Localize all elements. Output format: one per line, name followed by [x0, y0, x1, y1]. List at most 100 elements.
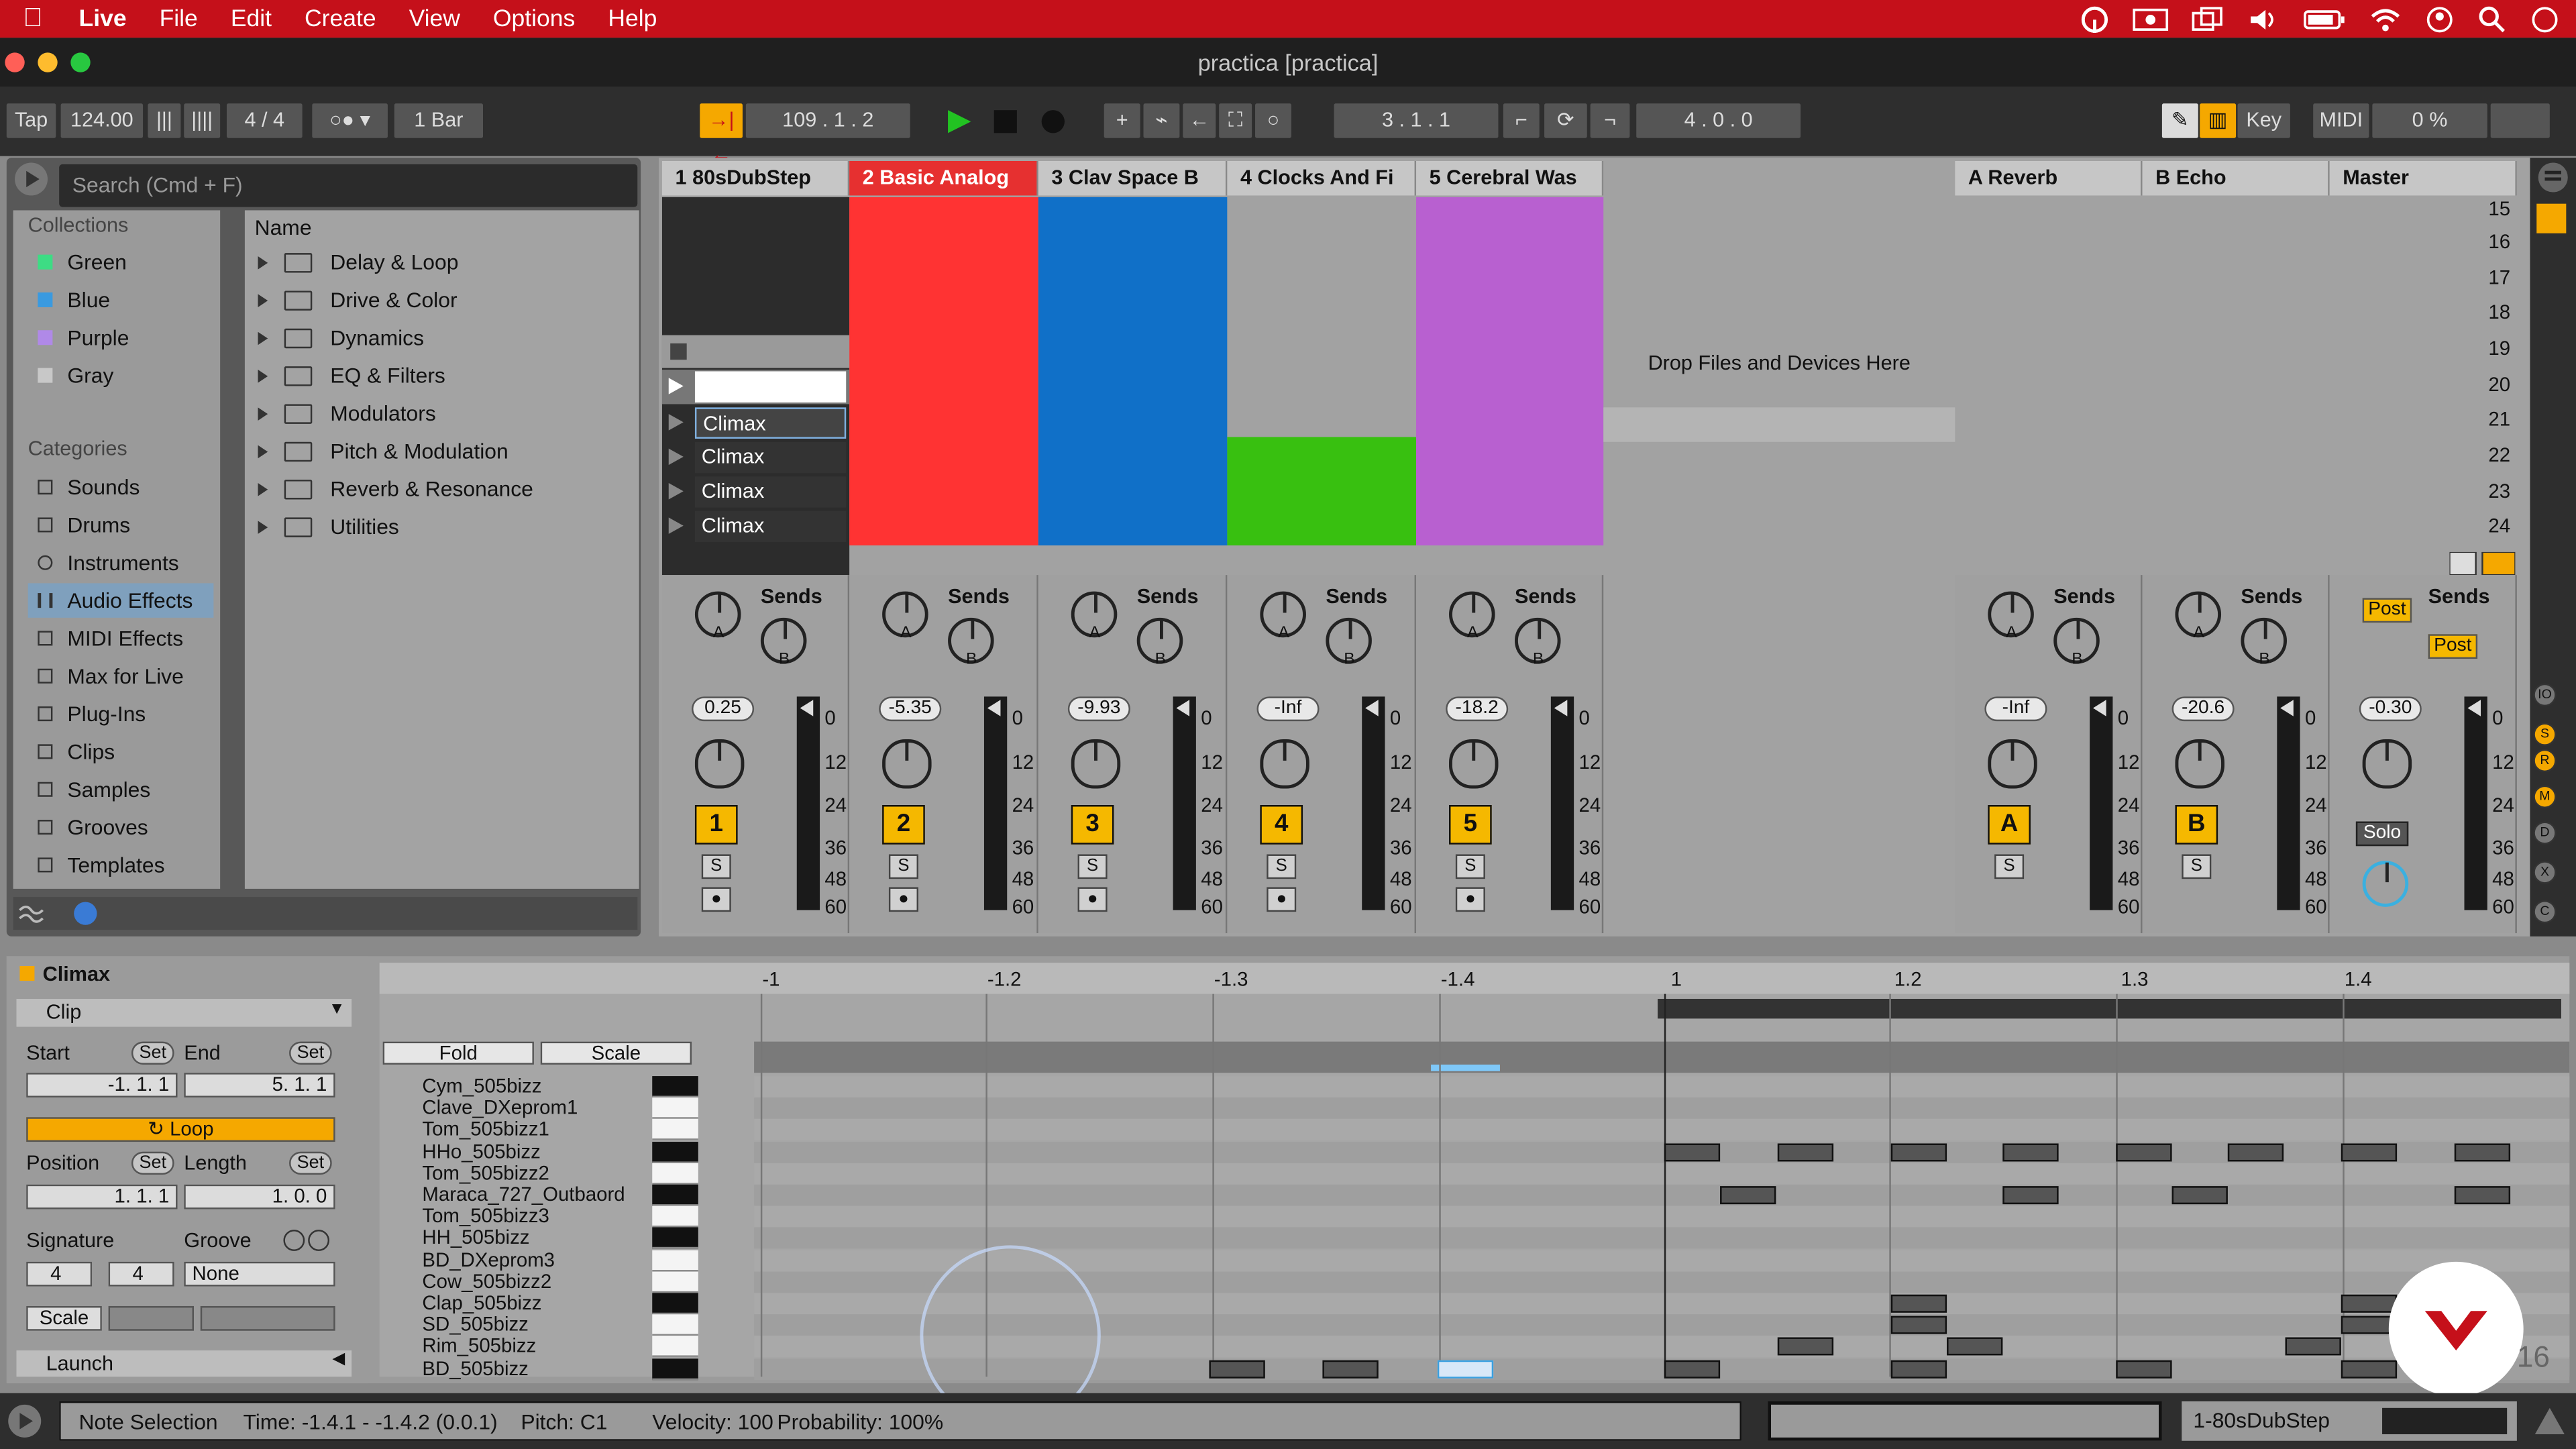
length-set-button[interactable]: Set — [289, 1151, 332, 1175]
volume-field[interactable]: -5.35 — [879, 696, 942, 722]
menu-app[interactable]: Live — [79, 6, 127, 32]
solo-button[interactable]: S — [2182, 854, 2212, 879]
category-max-for-live[interactable]: Max for Live — [28, 659, 214, 693]
scene-number[interactable]: 20 — [2488, 373, 2510, 396]
midi-note[interactable] — [1777, 1338, 1834, 1356]
groove-hot-swap-icon[interactable] — [282, 1229, 331, 1257]
scale-button[interactable]: Scale — [26, 1305, 102, 1331]
category-instruments[interactable]: Instruments — [28, 545, 214, 580]
scene-number[interactable]: 18 — [2488, 301, 2510, 323]
note-lane[interactable] — [754, 1206, 2570, 1228]
automation-arm-icon[interactable]: ⌁ — [1143, 103, 1180, 138]
expand-icon[interactable] — [258, 407, 268, 421]
folder-utilities[interactable]: Utilities — [245, 509, 639, 545]
scene-number[interactable]: 21 — [2488, 407, 2510, 430]
track-activator-button[interactable]: 4 — [1260, 805, 1303, 845]
volume-fader-handle[interactable] — [987, 700, 1001, 716]
volume-field[interactable]: -Inf — [1256, 696, 1320, 722]
return-header-a[interactable]: A Reverb — [1955, 161, 2143, 196]
track-activator-button[interactable]: 3 — [1071, 805, 1114, 845]
midi-note[interactable] — [2454, 1142, 2511, 1161]
midi-note[interactable] — [2285, 1338, 2341, 1356]
arrangement-position[interactable]: 109 . 1 . 2 — [745, 103, 910, 138]
clip-slot-empty[interactable] — [661, 335, 850, 368]
expand-icon[interactable] — [258, 294, 268, 307]
expand-icon[interactable] — [258, 370, 268, 383]
browser-search-input[interactable]: Search (Cmd + F) — [59, 164, 638, 207]
folder-reverb-resonance[interactable]: Reverb & Resonance — [245, 472, 639, 508]
selected-track-indicator[interactable]: 1-80sDubStep — [2182, 1401, 2517, 1441]
track-activator-button[interactable]: 5 — [1449, 805, 1492, 845]
menu-file[interactable]: File — [160, 6, 198, 32]
clip-slot-selected[interactable] — [661, 370, 850, 405]
end-set-button[interactable]: Set — [289, 1041, 332, 1065]
session-view-icon[interactable] — [2536, 203, 2567, 233]
piano-key[interactable] — [652, 1097, 698, 1120]
expand-icon[interactable] — [258, 256, 268, 270]
volume-field[interactable]: -20.6 — [2171, 696, 2235, 722]
drum-lane-name[interactable]: Cym_505bizz — [422, 1075, 652, 1097]
note-lane[interactable] — [754, 1228, 2570, 1250]
piano-key[interactable] — [652, 1076, 698, 1097]
volume-fader-handle[interactable] — [1554, 700, 1568, 716]
solo-button[interactable]: S — [701, 854, 731, 879]
cue-toggle-icon[interactable]: C — [2533, 900, 2557, 924]
scale-root-select[interactable] — [108, 1305, 194, 1331]
scene-number[interactable]: 17 — [2488, 266, 2510, 289]
length-field[interactable]: 1. 0. 0 — [184, 1184, 335, 1210]
nudge-up-icon[interactable]: |||| — [184, 103, 221, 138]
scale-highlight-button[interactable]: Scale — [540, 1041, 692, 1065]
play-icon[interactable] — [947, 109, 973, 135]
arm-button[interactable]: ● — [1077, 887, 1108, 912]
clip-play-icon[interactable] — [668, 414, 684, 431]
record-icon[interactable] — [1040, 109, 1066, 135]
piano-key[interactable] — [652, 1228, 698, 1250]
clip-play-icon[interactable] — [668, 517, 684, 534]
start-field[interactable]: -1. 1. 1 — [26, 1073, 178, 1097]
midi-note[interactable] — [1777, 1142, 1834, 1161]
midi-note[interactable] — [1890, 1142, 1947, 1161]
volume-field[interactable]: -18.2 — [1446, 696, 1509, 722]
arm-button[interactable]: ● — [1267, 887, 1297, 912]
note-lane[interactable] — [754, 1119, 2570, 1141]
solo-button[interactable]: S — [1077, 854, 1108, 879]
drum-lane-name[interactable]: Clave_DXeprom1 — [422, 1097, 652, 1119]
stop-icon[interactable] — [994, 110, 1017, 133]
loop-start-field[interactable]: 3 . 1 . 1 — [1334, 103, 1499, 138]
note-lane[interactable] — [754, 1141, 2570, 1163]
groove-pool-icon[interactable] — [16, 900, 46, 932]
category-templates[interactable]: Templates — [28, 848, 214, 882]
scene-number[interactable]: 24 — [2488, 515, 2510, 537]
position-set-button[interactable]: Set — [131, 1151, 174, 1175]
piano-key[interactable] — [652, 1206, 698, 1228]
solo-button[interactable]: S — [1455, 854, 1485, 879]
expand-icon[interactable] — [258, 445, 268, 459]
midi-note[interactable] — [1890, 1316, 1947, 1335]
return-activator-button[interactable]: B — [2175, 805, 2218, 845]
pan-knob[interactable] — [882, 739, 932, 789]
folder-modulators[interactable]: Modulators — [245, 396, 639, 432]
slot-stop-icon[interactable] — [670, 343, 687, 360]
arrangement-overview[interactable] — [1768, 1401, 2162, 1441]
io-toggle-icon[interactable]: IO — [2533, 683, 2557, 707]
category-sounds[interactable]: Sounds — [28, 470, 214, 504]
clip-section-header[interactable]: Clip ▼ — [16, 998, 352, 1027]
volume-fader-handle[interactable] — [800, 700, 814, 716]
post-button-2[interactable]: Post — [2428, 634, 2478, 659]
category-audio-effects[interactable]: Audio Effects — [28, 583, 214, 618]
drum-lane-name[interactable]: Cow_505bizz2 — [422, 1271, 652, 1293]
tempo-field[interactable]: 124.00 — [60, 103, 144, 138]
solo-cue-button[interactable]: Solo — [2355, 821, 2409, 847]
pan-knob[interactable] — [1071, 739, 1121, 789]
drum-lane-name[interactable]: Tom_505bizz1 — [422, 1119, 652, 1141]
solo-button[interactable]: S — [1994, 854, 2025, 879]
position-field[interactable]: 1. 1. 1 — [26, 1184, 178, 1210]
drum-lane-name[interactable]: BD_505bizz — [422, 1357, 652, 1379]
draw-mode-icon[interactable]: ✎ — [2161, 103, 2198, 138]
midi-note[interactable] — [2116, 1142, 2172, 1161]
volume-field[interactable]: 0.25 — [692, 696, 755, 722]
volume-fader-handle[interactable] — [2093, 700, 2106, 716]
scale-name-select[interactable] — [200, 1305, 335, 1331]
zoom-window-button[interactable] — [70, 52, 91, 72]
drum-lane-name[interactable]: Maraca_727_Outbaord — [422, 1184, 652, 1206]
